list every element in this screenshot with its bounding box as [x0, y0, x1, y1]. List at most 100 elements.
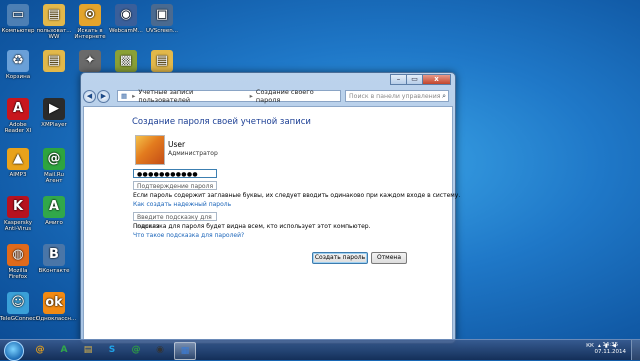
clock[interactable]: 14:35 07.11.2014 — [595, 342, 627, 356]
password-hint-field[interactable]: Введите подсказку для пароля — [133, 212, 217, 230]
strong-password-link[interactable]: Как создать надежный пароль — [133, 201, 231, 208]
desktop-icon-label: WebcamM... — [109, 28, 143, 34]
taskbar-app-amigo[interactable]: A — [54, 342, 74, 358]
desktop-icon-image: ⊙ — [79, 4, 101, 26]
taskbar-app-controlpanel[interactable]: ▦ — [174, 342, 196, 360]
new-password-field[interactable]: ●●●●●●●●●●● — [133, 169, 217, 178]
desktop-icon-image: ▤ — [43, 4, 65, 26]
desktop-icon-image: ▤ — [43, 50, 65, 72]
desktop-icon[interactable]: ▲ AIMP3 — [0, 148, 36, 178]
minimize-button[interactable]: – — [390, 74, 407, 85]
desktop-icon-image: A — [7, 98, 29, 120]
breadcrumb-item[interactable]: Создание своего пароля — [256, 88, 340, 104]
desktop-icon-image: ▲ — [7, 148, 29, 170]
desktop-icon-label: Mozilla Firefox — [8, 268, 28, 280]
forward-button[interactable]: ▶ — [97, 89, 110, 103]
taskbar: @ A ▤ S @ ◉ ▦ КК ▴ ▮ ◀ 14:35 07.11.2014 — [0, 339, 640, 361]
chevron-right-icon: ▸ — [132, 92, 136, 100]
taskbar-app-agent[interactable]: @ — [126, 342, 146, 358]
desktop-icon[interactable]: ▤ — [144, 50, 180, 74]
search-icon[interactable]: ⌕ — [442, 91, 446, 102]
desktop-icon[interactable]: ◉ WebcamM... — [108, 4, 144, 34]
taskbar-app-mailru[interactable]: @ — [30, 342, 50, 358]
folder-icon: ▦ — [121, 92, 128, 100]
desktop-icon-image: ok — [43, 292, 65, 314]
desktop-icon-label: Искать в Интернете — [74, 28, 106, 40]
desktop-icon-image: K — [7, 196, 29, 218]
desktop-icon-label: Kaspersky Anti-Virus — [4, 220, 32, 232]
desktop-icon-label: XMPlayer — [41, 122, 67, 128]
desktop-icon[interactable]: A Adobe Reader XI — [0, 98, 36, 134]
desktop-icon-image: A — [43, 196, 65, 218]
desktop-icon[interactable]: A Амиго — [36, 196, 72, 226]
desktop-icon-image: ☺ — [7, 292, 29, 314]
confirm-password-field[interactable]: Подтверждение пароля — [133, 181, 217, 190]
desktop-icon[interactable]: ▤ пользоват... WW — [36, 4, 72, 40]
address-bar[interactable]: ▦ ▸ Учетные записи пользователей ▸ Созда… — [117, 88, 341, 104]
create-password-button[interactable]: Создать пароль — [312, 252, 368, 264]
desktop-icon[interactable]: ▩ — [108, 50, 144, 74]
control-panel-window: – ▭ x ◀ ▶ ▦ ▸ Учетные записи пользовател… — [80, 72, 460, 344]
window-caption-buttons: – ▭ x — [390, 74, 451, 85]
desktop-icon-label: пользоват... WW — [36, 28, 72, 40]
desktop-icon-image: ◉ — [115, 4, 137, 26]
user-role: Администратор — [168, 150, 218, 157]
user-name: User — [168, 140, 186, 149]
desktop-icon-image: ♻ — [7, 50, 29, 72]
back-button[interactable]: ◀ — [83, 89, 96, 103]
breadcrumb-item[interactable]: Учетные записи пользователей — [138, 88, 246, 104]
maximize-button[interactable]: ▭ — [406, 74, 423, 85]
desktop-icon[interactable]: K Kaspersky Anti-Virus — [0, 196, 36, 232]
desktop-icon[interactable]: ⊙ Искать в Интернете — [72, 4, 108, 40]
close-button[interactable]: x — [422, 74, 451, 85]
page-title: Создание пароля своей учетной записи — [132, 117, 311, 127]
desktop-icon-label: Adobe Reader XI — [4, 122, 32, 134]
taskbar-app-skype[interactable]: S — [102, 342, 122, 358]
desktop-icon[interactable]: ok Одноклассн... — [36, 292, 77, 322]
chevron-right-icon: ▸ — [249, 92, 253, 100]
avatar — [135, 135, 165, 165]
desktop-icon-label: Компьютер — [1, 28, 35, 34]
desktop-icon-label: ВКонтакте — [38, 268, 70, 274]
desktop-icon-image: ▩ — [115, 50, 137, 72]
taskbar-app-folder[interactable]: ▤ — [78, 342, 98, 358]
desktop-icon[interactable]: ◍ Mozilla Firefox — [0, 244, 36, 280]
desktop-icon-label: AIMP3 — [9, 172, 27, 178]
search-input[interactable]: Поиск в панели управления ⌕ — [345, 90, 449, 102]
language-indicator[interactable]: КК — [586, 343, 594, 349]
desktop-icon-image: ▤ — [151, 50, 173, 72]
desktop-icon-label: UVScreen... — [146, 28, 178, 34]
start-button[interactable] — [4, 341, 24, 361]
hint-note: Подсказка для пароля будет видна всем, к… — [133, 223, 371, 230]
desktop-icon[interactable]: ▭ Компьютер — [0, 4, 36, 34]
desktop-icon-image: ▣ — [151, 4, 173, 26]
desktop-icon-label: Mail.Ru Агент — [44, 172, 64, 184]
desktop-icon-image: B — [43, 244, 65, 266]
clock-time: 14:35 — [602, 342, 619, 348]
desktop-icon[interactable]: ▶ XMPlayer — [36, 98, 72, 128]
desktop-icon[interactable]: ☺ TeleGConnect — [0, 292, 38, 322]
desktop-icon[interactable]: @ Mail.Ru Агент — [36, 148, 72, 184]
desktop-icon-image: ▭ — [7, 4, 29, 26]
desktop-icon[interactable]: ♻ Корзина — [0, 50, 36, 80]
desktop-icon-image: ▶ — [43, 98, 65, 120]
navigation-bar: ◀ ▶ ▦ ▸ Учетные записи пользователей ▸ С… — [83, 87, 453, 105]
desktop-icon-label: Амиго — [45, 220, 63, 226]
desktop-icon-image: @ — [43, 148, 65, 170]
cancel-button[interactable]: Отмена — [371, 252, 407, 264]
desktop-icon-label: Корзина — [5, 74, 31, 80]
desktop-icon-image: ✦ — [79, 50, 101, 72]
hint-help-link[interactable]: Что такое подсказка для паролей? — [133, 232, 244, 239]
desktop-icon-label: TeleGConnect — [0, 316, 38, 322]
desktop-icon[interactable]: B ВКонтакте — [36, 244, 72, 274]
desktop-icon[interactable]: ▤ — [36, 50, 72, 74]
search-placeholder: Поиск в панели управления — [349, 93, 441, 100]
show-desktop-button[interactable] — [631, 340, 640, 360]
content-pane: Создание пароля своей учетной записи Use… — [83, 106, 460, 341]
desktop-icon[interactable]: ▣ UVScreen... — [144, 4, 180, 34]
clock-date: 07.11.2014 — [594, 349, 627, 355]
desktop-icon[interactable]: ✦ — [72, 50, 108, 74]
caps-note: Если пароль содержит заглавные буквы, их… — [133, 192, 461, 199]
desktop-icon-label: Одноклассн... — [36, 316, 77, 322]
taskbar-app-obs[interactable]: ◉ — [150, 342, 170, 358]
